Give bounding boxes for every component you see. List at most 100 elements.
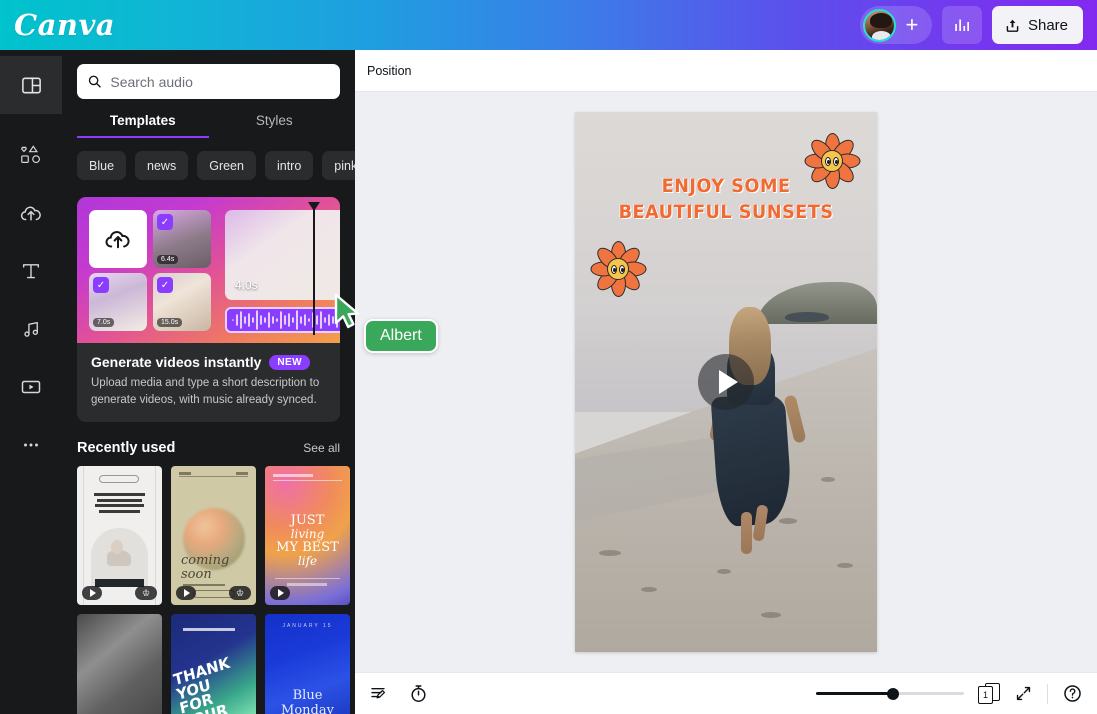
sidebar-item-design[interactable] xyxy=(0,56,62,114)
template-play-button[interactable] xyxy=(82,586,102,601)
premium-crown-icon: ♔ xyxy=(135,586,157,601)
left-rail xyxy=(0,50,62,714)
collaborator-cursor: Albert xyxy=(330,292,438,353)
promo-card-image: ✓ 6.4s ✓ 7.0s ✓ 15.0s 4.0s xyxy=(77,197,340,343)
zoom-fill xyxy=(816,692,893,695)
sidebar-item-elements[interactable] xyxy=(0,126,62,184)
bottom-toolbar: 1 xyxy=(355,672,1097,714)
promo-upload-tile xyxy=(89,210,147,268)
notes-edit-icon xyxy=(371,687,385,699)
preview-duration: 4.0s xyxy=(235,278,258,292)
promo-description: Upload media and type a short descriptio… xyxy=(91,377,320,406)
collaborator-name-label: Albert xyxy=(364,319,438,353)
canvas-title-line2: BEAUTIFUL SUNSETS xyxy=(618,200,834,223)
filter-chips: Blue news Green intro pink › xyxy=(77,151,355,180)
check-icon: ✓ xyxy=(157,277,173,293)
search-bar[interactable] xyxy=(77,64,340,99)
zoom-slider[interactable] xyxy=(816,687,964,701)
promo-clip-tile: ✓ 15.0s xyxy=(153,273,211,331)
share-upload-icon xyxy=(1006,19,1019,32)
chip-green[interactable]: Green xyxy=(197,151,256,180)
promo-preview-tile: 4.0s xyxy=(225,210,340,300)
side-panel: Templates Styles Blue news Green intro p… xyxy=(62,50,355,714)
shapes-icon xyxy=(21,145,40,164)
tab-templates[interactable]: Templates xyxy=(77,113,209,138)
zoom-thumb[interactable] xyxy=(886,687,899,700)
cloud-upload-icon xyxy=(105,231,130,249)
promo-title: Generate videos instantly xyxy=(91,354,262,370)
sidebar-item-audio[interactable] xyxy=(0,300,62,358)
page-number: 1 xyxy=(978,685,993,704)
position-button[interactable]: Position xyxy=(367,64,411,78)
fullscreen-button[interactable] xyxy=(1014,684,1033,703)
timer-button[interactable] xyxy=(408,683,429,704)
promo-card-text: Generate videos instantly NEW Upload med… xyxy=(77,343,340,422)
avatar[interactable] xyxy=(862,8,896,42)
search-input[interactable] xyxy=(110,73,330,90)
timer-icon xyxy=(411,685,426,702)
sidebar-item-uploads[interactable] xyxy=(0,184,62,242)
chip-intro[interactable]: intro xyxy=(264,151,314,180)
premium-crown-icon: ♔ xyxy=(229,586,251,601)
template-card[interactable]: THANKYOUFORYOUR xyxy=(171,614,256,714)
audio-waveform-track xyxy=(225,307,340,333)
check-icon: ✓ xyxy=(93,277,109,293)
template-play-button[interactable] xyxy=(270,586,290,601)
clip-duration: 15.0s xyxy=(157,318,183,327)
clip-duration: 7.0s xyxy=(93,318,115,327)
collaborators-group[interactable]: + xyxy=(859,6,932,44)
help-button[interactable] xyxy=(1062,683,1083,704)
promo-card-generate-videos[interactable]: ✓ 6.4s ✓ 7.0s ✓ 15.0s 4.0s Generate vide… xyxy=(77,197,340,423)
template-play-button[interactable] xyxy=(176,586,196,601)
chip-news[interactable]: news xyxy=(135,151,189,180)
promo-clip-tile: ✓ 6.4s xyxy=(153,210,211,268)
cursor-arrow-icon xyxy=(334,293,360,329)
sidebar-item-videos[interactable] xyxy=(0,358,62,416)
fullscreen-icon xyxy=(1016,686,1031,701)
template-card[interactable] xyxy=(77,614,162,714)
ellipsis-icon xyxy=(24,443,38,447)
text-t-icon xyxy=(22,264,40,279)
section-title: Recently used xyxy=(77,440,176,457)
design-canvas[interactable]: ENJOY SOME BEAUTIFUL SUNSETS xyxy=(575,112,877,652)
header-actions: + Share xyxy=(859,6,1083,44)
top-header: Canva + Share xyxy=(0,0,1097,50)
recently-used-header: Recently used See all xyxy=(77,440,340,456)
template-card[interactable]: JANUARY 15 Blue Monday xyxy=(265,614,350,714)
cloud-upload-icon xyxy=(20,206,41,221)
tab-styles[interactable]: Styles xyxy=(209,113,341,138)
promo-clip-tile: ✓ 7.0s xyxy=(89,273,147,331)
layout-panel-icon xyxy=(21,77,41,93)
canva-logo[interactable]: Canva xyxy=(14,8,115,42)
chip-blue[interactable]: Blue xyxy=(77,151,127,180)
share-button-label: Share xyxy=(1027,16,1068,34)
scene-woman xyxy=(703,307,807,577)
play-box-icon xyxy=(21,380,41,394)
sidebar-item-more[interactable] xyxy=(0,416,62,474)
bar-chart-icon xyxy=(955,19,969,31)
template-card[interactable]: coming soon ♔ xyxy=(171,466,256,606)
page-count-button[interactable]: 1 xyxy=(978,682,1000,705)
flower-sticker[interactable] xyxy=(804,133,860,189)
template-card[interactable]: JUST living MY BEST life xyxy=(265,466,350,606)
analytics-button[interactable] xyxy=(941,6,982,44)
notes-button[interactable] xyxy=(369,683,390,704)
flower-sticker[interactable] xyxy=(590,241,646,297)
search-icon xyxy=(88,75,101,88)
music-note-icon xyxy=(23,321,38,337)
timeline-playhead xyxy=(308,202,320,335)
waveform-icon xyxy=(232,310,338,330)
see-all-link[interactable]: See all xyxy=(303,441,340,455)
add-collaborator-button[interactable]: + xyxy=(898,11,926,39)
template-card[interactable]: ♔ xyxy=(77,466,162,606)
toolbar-divider xyxy=(1047,683,1048,704)
sidebar-item-text[interactable] xyxy=(0,242,62,300)
canvas-play-button[interactable] xyxy=(698,354,754,410)
recently-used-grid: ♔ coming soon ♔ JUST living MY BEST life… xyxy=(77,466,355,714)
new-badge: NEW xyxy=(269,354,310,370)
share-button[interactable]: Share xyxy=(991,6,1083,44)
clip-duration: 6.4s xyxy=(157,255,179,264)
chips-next-arrow[interactable]: › xyxy=(347,155,356,172)
position-toolbar: Position xyxy=(355,50,1097,92)
help-circle-icon xyxy=(1064,685,1081,702)
